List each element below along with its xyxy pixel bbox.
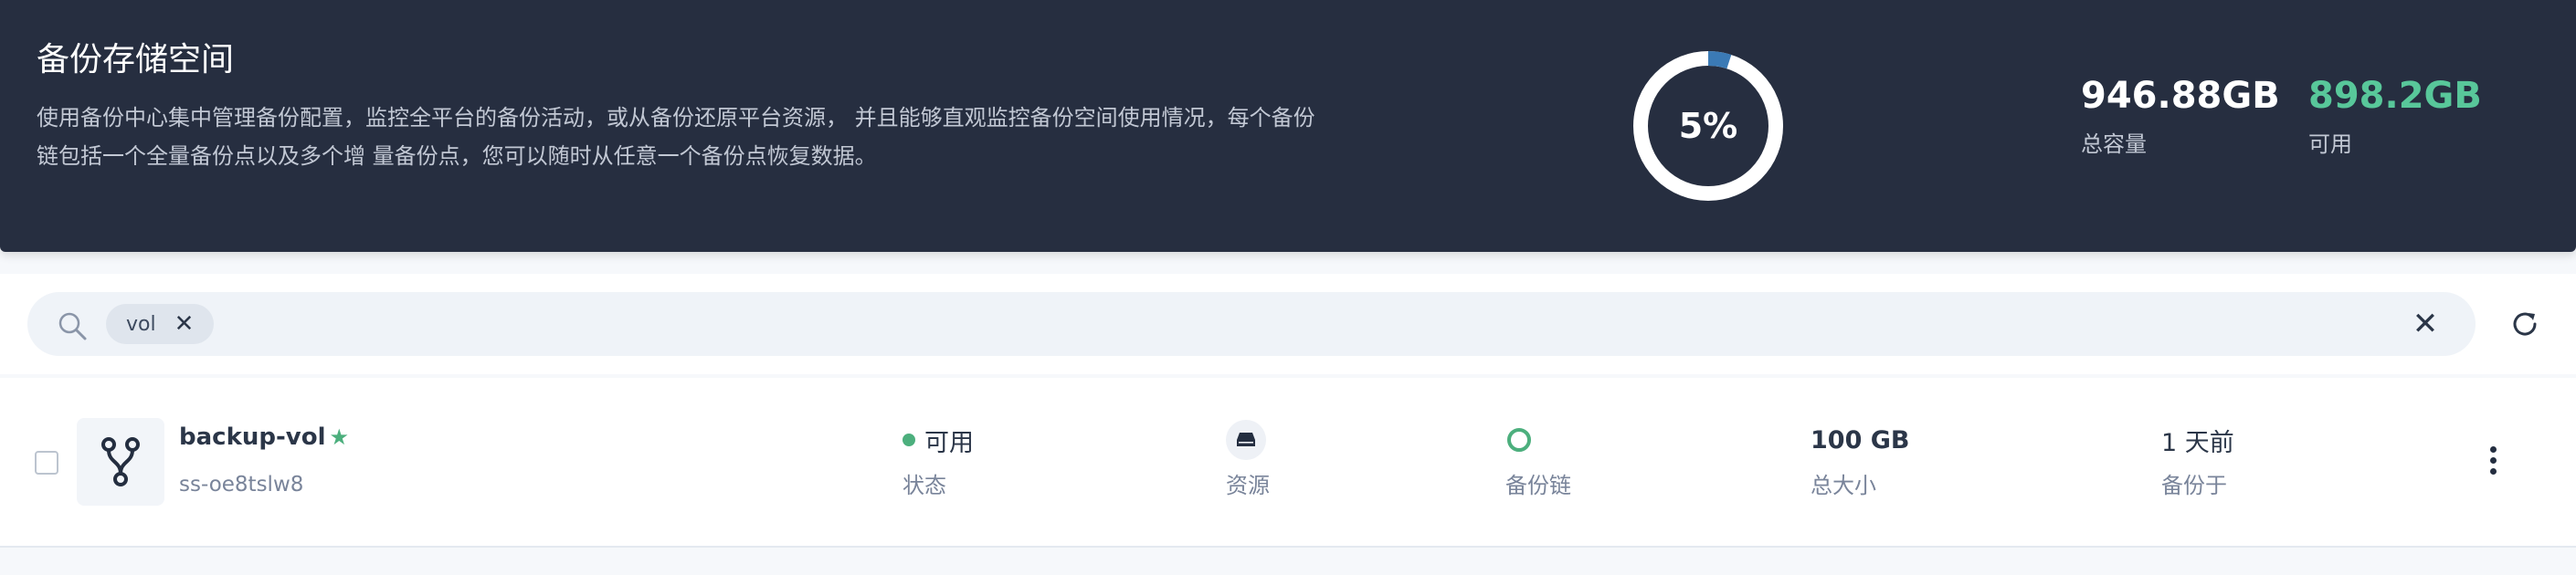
more-dot: [2489, 467, 2497, 475]
close-icon: ✕: [2412, 306, 2439, 342]
status-column: 可用 状态: [903, 423, 974, 499]
row-checkbox[interactable]: [35, 451, 58, 475]
total-capacity-label: 总容量: [2081, 131, 2147, 157]
available-capacity-label: 可用: [2308, 131, 2352, 157]
usage-percent: 5%: [1678, 106, 1738, 146]
search-input[interactable]: vol ✕ ✕: [27, 292, 2476, 356]
backed-up-column: 1 天前 备份于: [2161, 423, 2234, 499]
resource-column: 资源: [1226, 420, 1270, 499]
status-dot-icon: [903, 434, 915, 446]
filter-tag: vol ✕: [106, 304, 215, 344]
page-title: 备份存储空间: [37, 41, 235, 78]
search-icon: [58, 312, 87, 340]
tag-close-icon[interactable]: ✕: [174, 312, 195, 336]
backed-up-label: 备份于: [2161, 473, 2227, 498]
disk-icon[interactable]: [1226, 420, 1266, 460]
size-column: 100 GB 总大小: [1811, 423, 1910, 499]
status-label: 状态: [903, 473, 946, 498]
page-description: 使用备份中心集中管理备份配置，监控全平台的备份活动，或从备份还原平台资源， 并且…: [37, 105, 1315, 169]
backup-chain-label: 备份链: [1505, 473, 1571, 498]
filter-tag-label: vol: [126, 312, 156, 336]
more-dot: [2489, 445, 2497, 453]
storage-banner: 备份存储空间 使用备份中心集中管理备份配置，监控全平台的备份活动，或从备份还原平…: [0, 0, 2576, 252]
clear-search-button[interactable]: ✕: [2408, 306, 2443, 342]
size-value: 100 GB: [1811, 425, 1910, 455]
backup-item-icon: [77, 418, 164, 506]
refresh-icon: [2513, 312, 2537, 336]
available-capacity-stat: 898.2GB 可用: [2308, 75, 2482, 158]
resource-label: 资源: [1226, 473, 1270, 498]
backup-id: ss-oe8tslw8: [179, 473, 304, 497]
branch-icon: [101, 437, 140, 486]
available-capacity-value: 898.2GB: [2308, 75, 2482, 117]
backed-up-value: 1 天前: [2161, 428, 2234, 457]
search-toolbar: vol ✕ ✕: [0, 274, 2576, 374]
status-value: 可用: [924, 428, 974, 457]
refresh-button[interactable]: [2507, 306, 2543, 342]
backup-name: backup-vol: [179, 423, 326, 451]
more-dot: [2489, 456, 2497, 464]
backup-chain-column: 备份链: [1505, 423, 1571, 499]
star-icon: ★: [329, 424, 350, 450]
size-label: 总大小: [1811, 473, 1876, 498]
total-capacity-value: 946.88GB: [2081, 75, 2280, 117]
table-row[interactable]: backup-vol ★ ss-oe8tslw8 可用 状态 资源 备份链 100…: [0, 378, 2576, 548]
backup-name-link[interactable]: backup-vol ★: [179, 423, 349, 451]
total-capacity-stat: 946.88GB 总容量: [2081, 75, 2280, 158]
more-actions-button[interactable]: [2481, 442, 2505, 478]
chain-icon[interactable]: [1507, 428, 1531, 452]
